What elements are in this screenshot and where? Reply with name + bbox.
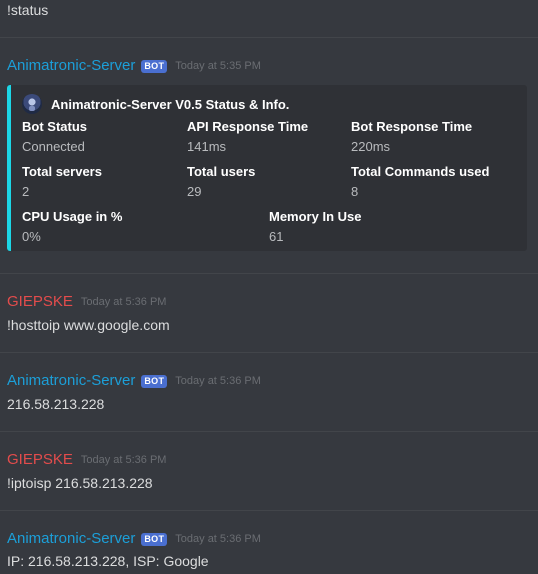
field-value: 61 [269, 229, 284, 244]
embed-author-name: Animatronic-Server V0.5 Status & Info. [51, 96, 290, 112]
message-header: GIEPSKE Today at 5:36 PM [7, 293, 166, 311]
message-divider [0, 510, 538, 511]
field-value: 0% [22, 229, 41, 244]
embed-field: Bot Response Time 220ms [351, 118, 472, 155]
message-timestamp: Today at 5:35 PM [175, 60, 261, 72]
field-name: Memory In Use [269, 209, 362, 224]
embed-field: CPU Usage in % 0% [22, 208, 122, 245]
embed-field: Memory In Use 61 [269, 208, 361, 245]
message-header: Animatronic-Server BOT Today at 5:36 PM [7, 530, 261, 548]
embed-author: Animatronic-Server V0.5 Status & Info. [22, 94, 289, 114]
field-name: Total users [187, 164, 256, 179]
bot-badge: BOT [141, 59, 168, 73]
author-name[interactable]: Animatronic-Server [7, 57, 135, 75]
author-name[interactable]: GIEPSKE [7, 451, 73, 469]
message-timestamp: Today at 5:36 PM [175, 533, 261, 545]
field-name: Bot Status [22, 119, 87, 134]
author-name[interactable]: Animatronic-Server [7, 530, 135, 548]
message-divider [0, 37, 538, 38]
field-value: 29 [187, 184, 202, 199]
field-name: CPU Usage in % [22, 209, 123, 224]
bot-badge: BOT [141, 374, 168, 388]
bot-badge: BOT [141, 532, 168, 546]
embed-field: Total servers 2 [22, 163, 102, 200]
embed-accent-bar [7, 85, 11, 251]
field-value: 220ms [351, 139, 391, 154]
message-timestamp: Today at 5:36 PM [175, 375, 261, 387]
embed-field: Bot Status Connected [22, 118, 87, 155]
field-value: Connected [22, 139, 85, 154]
message-divider [0, 431, 538, 432]
embed-field: API Response Time 141ms [187, 118, 308, 155]
author-name[interactable]: GIEPSKE [7, 293, 73, 311]
message-divider [0, 352, 538, 353]
chat-log: !status Animatronic-Server BOT Today at … [0, 0, 538, 574]
field-name: API Response Time [187, 119, 309, 134]
message-divider [0, 273, 538, 274]
bot-avatar-icon [22, 94, 42, 114]
field-value: 2 [22, 184, 30, 199]
author-name[interactable]: Animatronic-Server [7, 372, 135, 390]
message-timestamp: Today at 5:36 PM [80, 296, 167, 308]
status-embed: Animatronic-Server V0.5 Status & Info. B… [7, 85, 527, 251]
field-name: Total servers [22, 164, 102, 179]
field-value: 141ms [187, 139, 227, 154]
message-header: Animatronic-Server BOT Today at 5:35 PM [7, 57, 261, 75]
message-content: !iptoisp 216.58.213.228 [7, 475, 153, 491]
field-value: 8 [351, 184, 359, 199]
field-name: Bot Response Time [351, 119, 473, 134]
message-content: !hosttoip www.google.com [7, 317, 170, 333]
embed-field: Total users 29 [187, 163, 255, 200]
embed-field: Total Commands used 8 [351, 163, 489, 200]
message-header: Animatronic-Server BOT Today at 5:36 PM [7, 372, 261, 390]
message-timestamp: Today at 5:36 PM [80, 454, 167, 466]
field-name: Total Commands used [351, 164, 490, 179]
message-header: GIEPSKE Today at 5:36 PM [7, 451, 166, 469]
message-content: IP: 216.58.213.228, ISP: Google [7, 553, 209, 569]
message-content: !status [7, 2, 49, 18]
message-content: 216.58.213.228 [7, 396, 105, 412]
